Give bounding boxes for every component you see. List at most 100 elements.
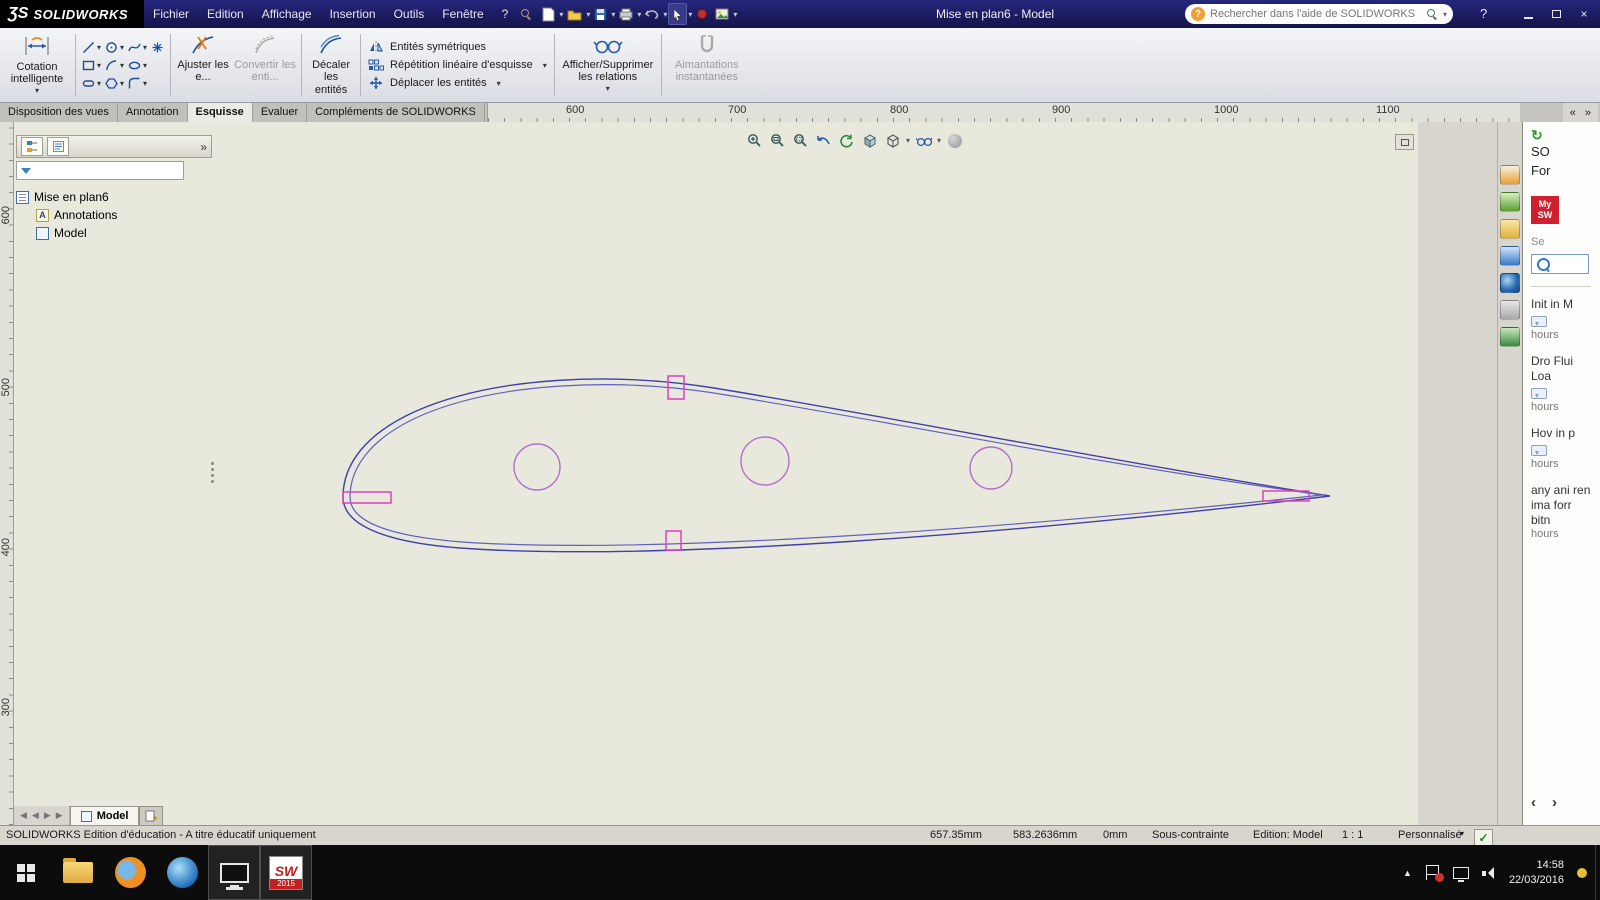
zoom-to-area-icon[interactable] [791, 131, 810, 150]
menu-search-icon[interactable] [517, 3, 535, 25]
filter-input[interactable] [36, 164, 179, 177]
polygon-tool-icon[interactable] [104, 76, 119, 91]
design-library-icon[interactable] [1500, 192, 1520, 212]
forum-item[interactable]: any ani ren ima forr bitn hours [1531, 483, 1600, 540]
open-caret-icon[interactable]: ▾ [586, 10, 590, 19]
previous-view-icon[interactable] [814, 131, 833, 150]
tab-complements[interactable]: Compléments de SOLIDWORKS [307, 103, 485, 122]
tree-annotations-row[interactable]: A Annotations [36, 206, 212, 224]
rectangle-tool-icon[interactable] [81, 58, 96, 73]
new-document-icon[interactable] [539, 3, 558, 25]
taskpane-search-box[interactable] [1531, 253, 1589, 274]
start-button[interactable] [0, 845, 52, 900]
hide-show-caret-icon[interactable]: ▾ [937, 136, 941, 145]
minimize-button[interactable] [1516, 4, 1540, 24]
tree-root-row[interactable]: Mise en plan6 [16, 188, 212, 206]
display-style-caret-icon[interactable]: ▾ [906, 136, 910, 145]
file-explorer-icon[interactable] [1500, 219, 1520, 239]
line-tool-icon[interactable] [81, 40, 96, 55]
spline-tool-caret-icon[interactable]: ▾ [143, 43, 147, 52]
home-icon[interactable] [1500, 165, 1520, 185]
options-icon[interactable] [693, 3, 711, 25]
scene-illumination-icon[interactable] [1500, 327, 1520, 347]
airfoil-sketch[interactable] [14, 122, 1418, 825]
mirror-entities-button[interactable]: Entités symétriques [368, 40, 547, 54]
help-icon[interactable]: ? [1474, 0, 1493, 28]
print-icon[interactable] [616, 3, 636, 25]
units-caret-icon[interactable]: ▾ [1460, 829, 1464, 838]
select-arrow-icon[interactable] [668, 3, 688, 25]
forum-item[interactable]: Init in M hours [1531, 297, 1600, 341]
display-relations-button[interactable]: Afficher/Supprimer les relations ▾ [558, 30, 658, 100]
move-entities-button[interactable]: Déplacer les entités ▾ [368, 76, 547, 90]
menu-edition[interactable]: Edition [198, 0, 253, 28]
tab-evaluer[interactable]: Evaluer [252, 103, 308, 122]
action-center-icon[interactable] [1425, 865, 1444, 882]
solidworks-taskbar-button[interactable]: SW 2015 [260, 845, 312, 900]
polygon-tool-caret-icon[interactable]: ▾ [120, 79, 124, 88]
appearance-sphere-icon[interactable] [945, 131, 964, 150]
restore-button[interactable] [1544, 4, 1568, 24]
volume-icon[interactable] [1481, 866, 1496, 879]
display-app-taskbar-button[interactable] [208, 845, 260, 900]
search-icon[interactable] [1426, 8, 1438, 20]
property-manager-tab-icon[interactable] [47, 137, 69, 156]
sheet-nav-prev-icon[interactable]: ◀ [30, 810, 41, 821]
network-icon[interactable] [1452, 866, 1469, 882]
tree-model-row[interactable]: Model [36, 224, 212, 242]
display-relations-caret-icon[interactable]: ▾ [606, 84, 610, 94]
save-caret-icon[interactable]: ▾ [611, 10, 615, 19]
point-tool-icon[interactable] [150, 40, 165, 55]
toolbar-options-caret-icon[interactable]: ▾ [733, 10, 737, 19]
tab-esquisse[interactable]: Esquisse [187, 103, 253, 122]
fillet-tool-caret-icon[interactable]: ▾ [143, 79, 147, 88]
sheet-tab-model[interactable]: Model [69, 806, 140, 825]
zoom-in-icon[interactable] [745, 131, 764, 150]
new-document-caret-icon[interactable]: ▾ [559, 10, 563, 19]
sheet-nav-first-icon[interactable]: ◀ [18, 810, 29, 821]
sheet-nav-next-icon[interactable]: ▶ [42, 810, 53, 821]
add-sheet-tab[interactable] [139, 806, 164, 825]
doc-cascade-button[interactable] [1395, 134, 1414, 150]
tab-disposition-des-vues[interactable]: Disposition des vues [0, 103, 118, 122]
collapse-taskpane-icon[interactable]: « [1567, 105, 1579, 121]
help-search-input[interactable] [1210, 8, 1421, 20]
rotate-view-icon[interactable] [837, 131, 856, 150]
save-icon[interactable] [591, 3, 610, 25]
forum-item[interactable]: Hov in p hours [1531, 426, 1600, 470]
move-entities-caret-icon[interactable]: ▾ [497, 79, 501, 88]
show-desktop-button[interactable] [1595, 845, 1600, 900]
menu-outils[interactable]: Outils [385, 0, 434, 28]
tray-clock[interactable]: 14:58 22/03/2016 [1509, 858, 1564, 888]
spline-tool-icon[interactable] [127, 40, 142, 55]
panel-splitter-grip[interactable] [208, 455, 216, 489]
offset-entities-button[interactable]: Décaler les entités [305, 30, 357, 100]
close-button[interactable]: × [1572, 4, 1596, 24]
menu-insertion[interactable]: Insertion [321, 0, 385, 28]
linear-pattern-button[interactable]: Répétition linéaire d'esquisse ▾ [368, 58, 547, 72]
sheet-nav-last-icon[interactable]: ▶ [54, 810, 65, 821]
custom-properties-icon[interactable] [1500, 300, 1520, 320]
appearances-icon[interactable] [1500, 273, 1520, 293]
file-explorer-taskbar-button[interactable] [52, 845, 104, 900]
tab-annotation[interactable]: Annotation [117, 103, 188, 122]
slot-tool-caret-icon[interactable]: ▾ [97, 79, 101, 88]
circle-tool-icon[interactable] [104, 40, 119, 55]
tray-expand-icon[interactable]: ▲ [1403, 868, 1412, 878]
pager-prev-icon[interactable]: ‹ [1531, 794, 1536, 811]
status-units-selector[interactable]: Personnalisé [1398, 829, 1462, 841]
ellipse-tool-icon[interactable] [127, 58, 142, 73]
expand-taskpane-icon[interactable]: » [1582, 105, 1594, 121]
select-caret-icon[interactable]: ▾ [688, 10, 692, 19]
panel-expand-icon[interactable]: » [200, 140, 207, 154]
fillet-tool-icon[interactable] [127, 76, 142, 91]
open-icon[interactable] [564, 3, 585, 25]
menu-affichage[interactable]: Affichage [253, 0, 321, 28]
my-solidworks-badge[interactable]: My SW [1531, 195, 1559, 224]
arc-tool-icon[interactable] [104, 58, 119, 73]
undo-caret-icon[interactable]: ▾ [663, 10, 667, 19]
undo-icon[interactable] [642, 3, 662, 25]
arc-tool-caret-icon[interactable]: ▾ [120, 61, 124, 70]
smart-dimension-caret-icon[interactable]: ▾ [35, 86, 39, 96]
ellipse-tool-caret-icon[interactable]: ▾ [143, 61, 147, 70]
